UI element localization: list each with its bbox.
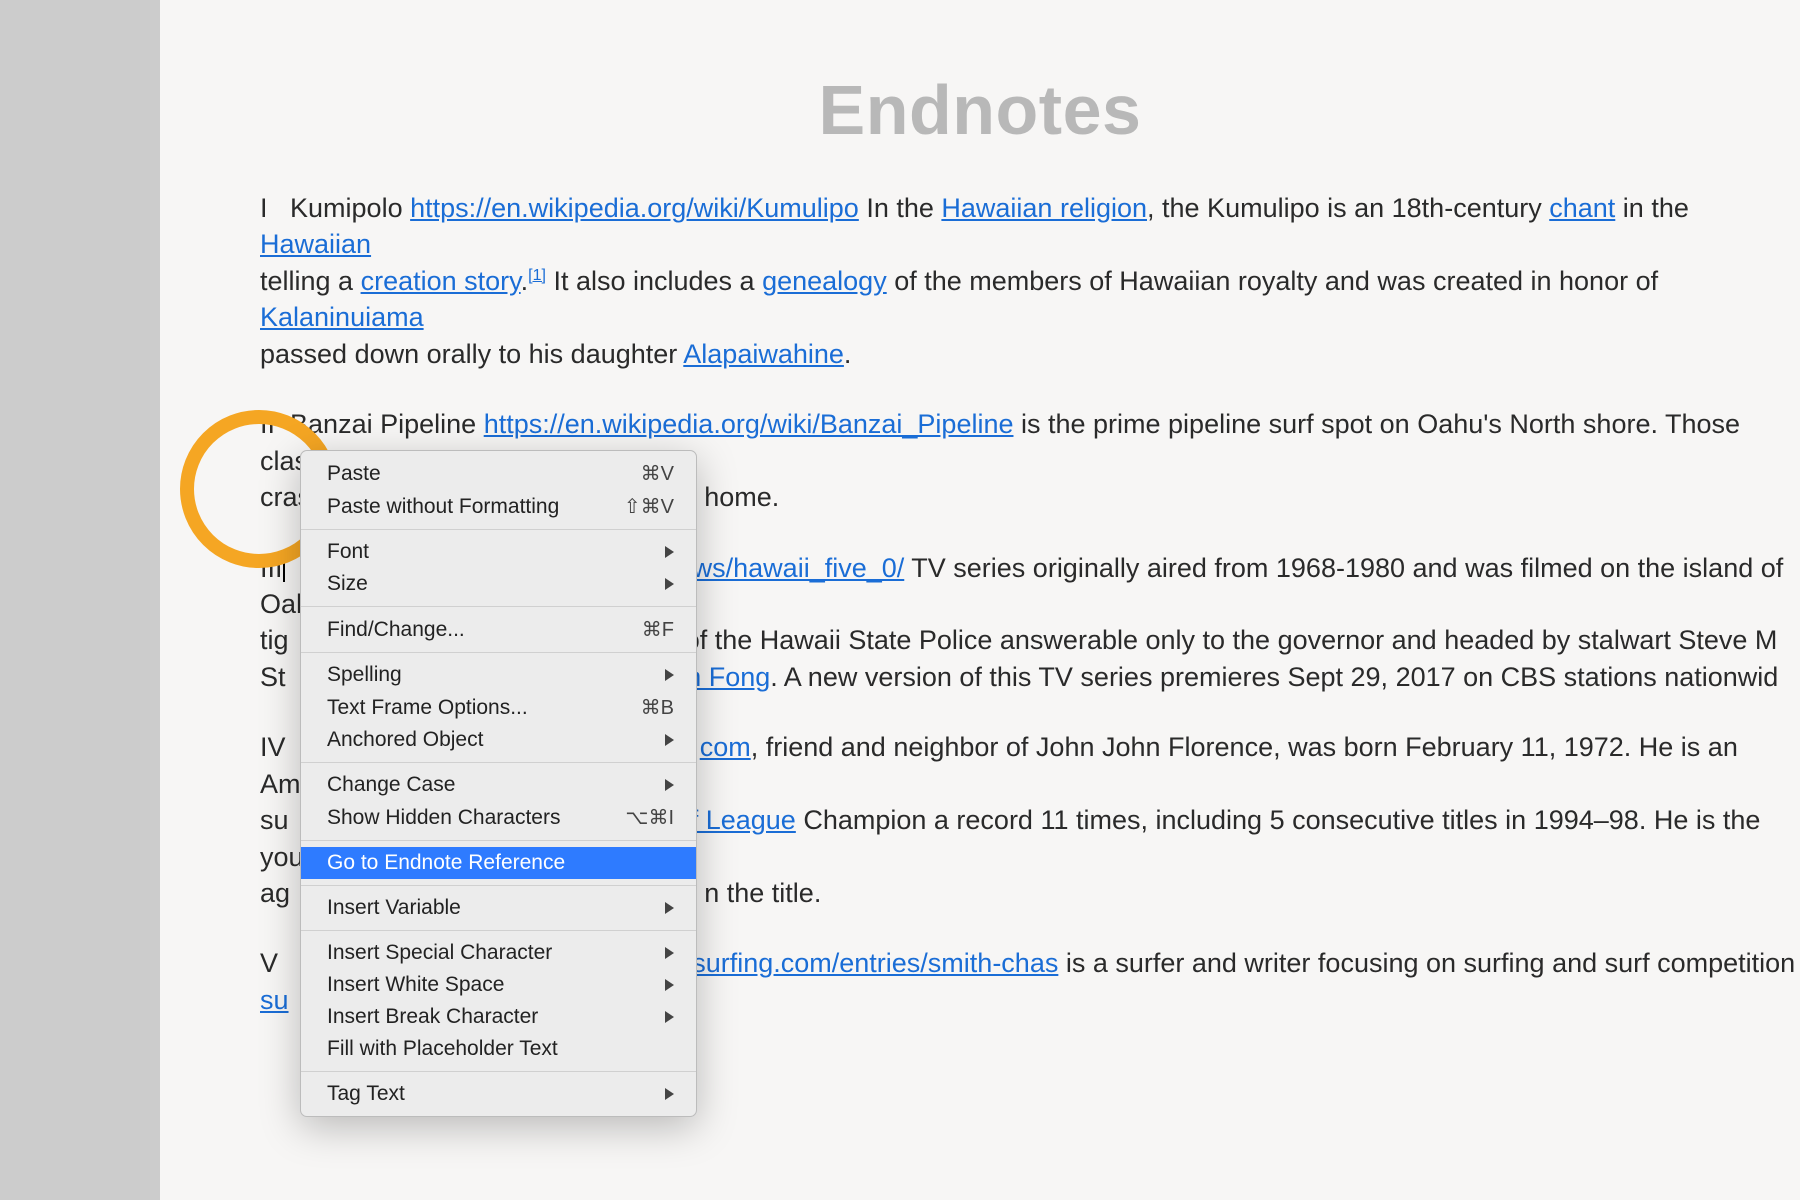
menu-text-frame-options[interactable]: Text Frame Options...⌘B — [301, 691, 696, 724]
link[interactable]: Alapaiwahine — [683, 339, 844, 369]
submenu-arrow-icon — [665, 578, 674, 590]
endnote-num: III — [260, 553, 283, 583]
submenu-arrow-icon — [665, 779, 674, 791]
link-url[interactable]: https://en.wikipedia.org/wiki/Banzai_Pip… — [484, 409, 1014, 439]
text-cursor — [283, 554, 285, 582]
footnote-ref[interactable]: [1] — [528, 267, 546, 284]
submenu-arrow-icon — [665, 669, 674, 681]
menu-tag-text[interactable]: Tag Text — [301, 1078, 696, 1110]
submenu-arrow-icon — [665, 546, 674, 558]
submenu-arrow-icon — [665, 1011, 674, 1023]
menu-separator — [301, 930, 696, 931]
menu-fill-placeholder-text[interactable]: Fill with Placeholder Text — [301, 1033, 696, 1065]
menu-separator — [301, 652, 696, 653]
link[interactable]: su — [260, 985, 289, 1015]
endnote-1[interactable]: I Kumipolo https://en.wikipedia.org/wiki… — [260, 190, 1800, 372]
menu-separator — [301, 762, 696, 763]
menu-separator — [301, 1071, 696, 1072]
menu-separator — [301, 529, 696, 530]
menu-font[interactable]: Font — [301, 536, 696, 568]
menu-separator — [301, 840, 696, 841]
endnote-num: V — [260, 948, 278, 978]
endnote-term: Kumipolo — [290, 193, 403, 223]
submenu-arrow-icon — [665, 979, 674, 991]
menu-insert-variable[interactable]: Insert Variable — [301, 892, 696, 924]
link-url[interactable]: surfing.com/entries/smith-chas — [692, 948, 1058, 978]
menu-insert-break-character[interactable]: Insert Break Character — [301, 1001, 696, 1033]
menu-go-to-endnote-reference[interactable]: Go to Endnote Reference — [301, 847, 696, 879]
submenu-arrow-icon — [665, 734, 674, 746]
menu-change-case[interactable]: Change Case — [301, 769, 696, 801]
menu-insert-special-character[interactable]: Insert Special Character — [301, 937, 696, 969]
endnote-term: Banzai Pipeline — [290, 409, 476, 439]
menu-anchored-object[interactable]: Anchored Object — [301, 724, 696, 756]
link[interactable]: chant — [1549, 193, 1615, 223]
link[interactable]: Kalaninuiama — [260, 302, 424, 332]
link[interactable]: Hawaiian religion — [941, 193, 1147, 223]
menu-spelling[interactable]: Spelling — [301, 659, 696, 691]
menu-find-change[interactable]: Find/Change...⌘F — [301, 613, 696, 646]
link[interactable]: creation story — [361, 266, 521, 296]
submenu-arrow-icon — [665, 947, 674, 959]
menu-show-hidden-characters[interactable]: Show Hidden Characters⌥⌘I — [301, 801, 696, 834]
page-title: Endnotes — [160, 70, 1800, 150]
menu-separator — [301, 885, 696, 886]
submenu-arrow-icon — [665, 1088, 674, 1100]
endnote-num: II — [260, 409, 275, 439]
link[interactable]: genealogy — [762, 266, 887, 296]
context-menu[interactable]: Paste⌘V Paste without Formatting⇧⌘V Font… — [300, 450, 697, 1117]
endnote-num: I — [260, 193, 268, 223]
endnote-num: IV — [260, 732, 286, 762]
link[interactable]: com — [700, 732, 751, 762]
menu-separator — [301, 606, 696, 607]
menu-paste[interactable]: Paste⌘V — [301, 457, 696, 490]
link[interactable]: Hawaiian — [260, 229, 371, 259]
menu-paste-without-formatting[interactable]: Paste without Formatting⇧⌘V — [301, 490, 696, 523]
menu-insert-white-space[interactable]: Insert White Space — [301, 969, 696, 1001]
submenu-arrow-icon — [665, 902, 674, 914]
link-url[interactable]: https://en.wikipedia.org/wiki/Kumulipo — [410, 193, 859, 223]
menu-size[interactable]: Size — [301, 568, 696, 600]
